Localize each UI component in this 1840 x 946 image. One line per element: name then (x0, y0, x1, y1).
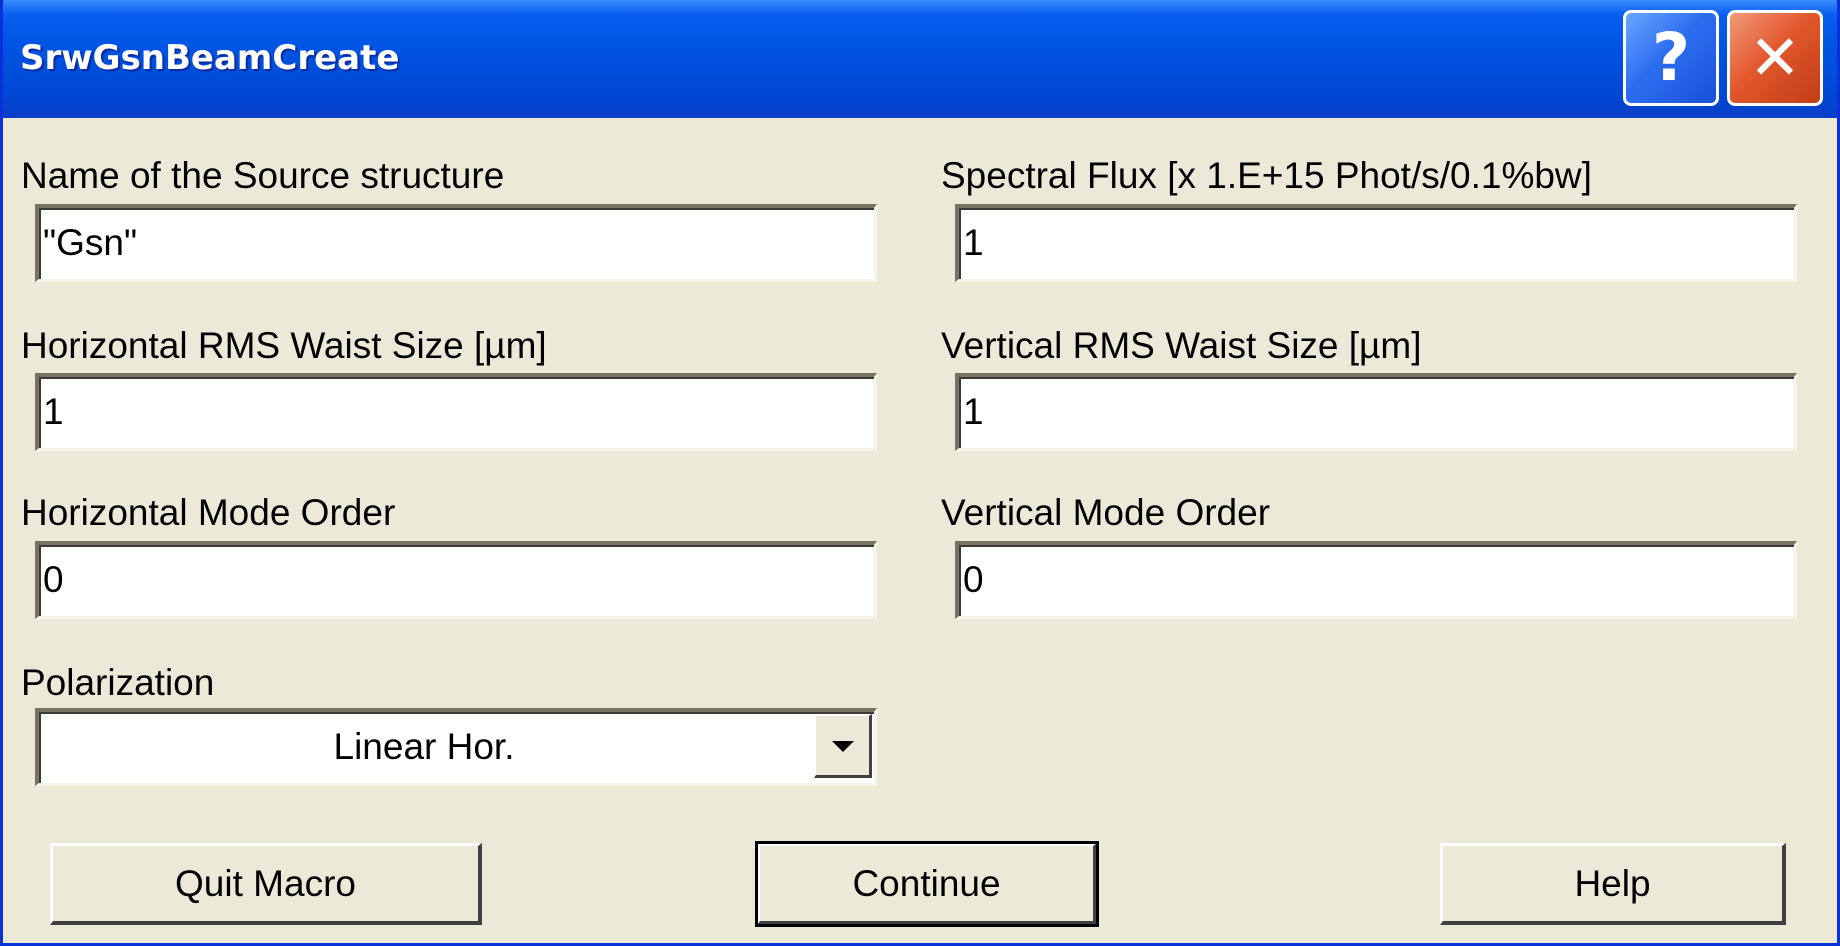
title-close-button[interactable]: ✕ (1727, 10, 1823, 106)
v-mode-label: Vertical Mode Order (941, 492, 1271, 533)
v-waist-label: Vertical RMS Waist Size [µm] (941, 325, 1422, 366)
source-name-input[interactable] (43, 208, 863, 278)
v-mode-input[interactable] (963, 545, 1783, 615)
v-mode-field[interactable] (955, 541, 1797, 619)
close-icon: ✕ (1749, 21, 1801, 94)
v-waist-input[interactable] (963, 377, 1783, 447)
polarization-label: Polarization (21, 662, 215, 703)
help-icon: ? (1651, 19, 1691, 96)
quit-macro-button[interactable]: Quit Macro (50, 843, 482, 925)
spectral-flux-label: Spectral Flux [x 1.E+15 Phot/s/0.1%bw] (941, 155, 1592, 196)
h-waist-label: Horizontal RMS Waist Size [µm] (21, 325, 547, 366)
help-button[interactable]: Help (1440, 843, 1786, 925)
v-waist-field[interactable] (955, 373, 1797, 451)
chevron-down-icon (831, 740, 854, 752)
title-bar[interactable]: SrwGsnBeamCreate ? ✕ (3, 0, 1837, 118)
spectral-flux-field[interactable] (955, 204, 1797, 282)
window-title: SrwGsnBeamCreate (20, 38, 400, 78)
h-waist-input[interactable] (43, 377, 863, 447)
polarization-value: Linear Hor. (333, 726, 515, 767)
dropdown-button[interactable] (814, 714, 872, 778)
title-help-button[interactable]: ? (1623, 10, 1719, 106)
h-mode-field[interactable] (35, 541, 877, 619)
h-waist-field[interactable] (35, 373, 877, 451)
continue-button[interactable]: Continue (755, 841, 1099, 927)
polarization-select[interactable]: Linear Hor. (35, 708, 877, 786)
h-mode-input[interactable] (43, 545, 863, 615)
source-name-label: Name of the Source structure (21, 155, 505, 196)
h-mode-label: Horizontal Mode Order (21, 492, 396, 533)
spectral-flux-input[interactable] (963, 208, 1783, 278)
source-name-field[interactable] (35, 204, 877, 282)
dialog-window: SrwGsnBeamCreate ? ✕ Name of the Source … (0, 0, 1840, 946)
